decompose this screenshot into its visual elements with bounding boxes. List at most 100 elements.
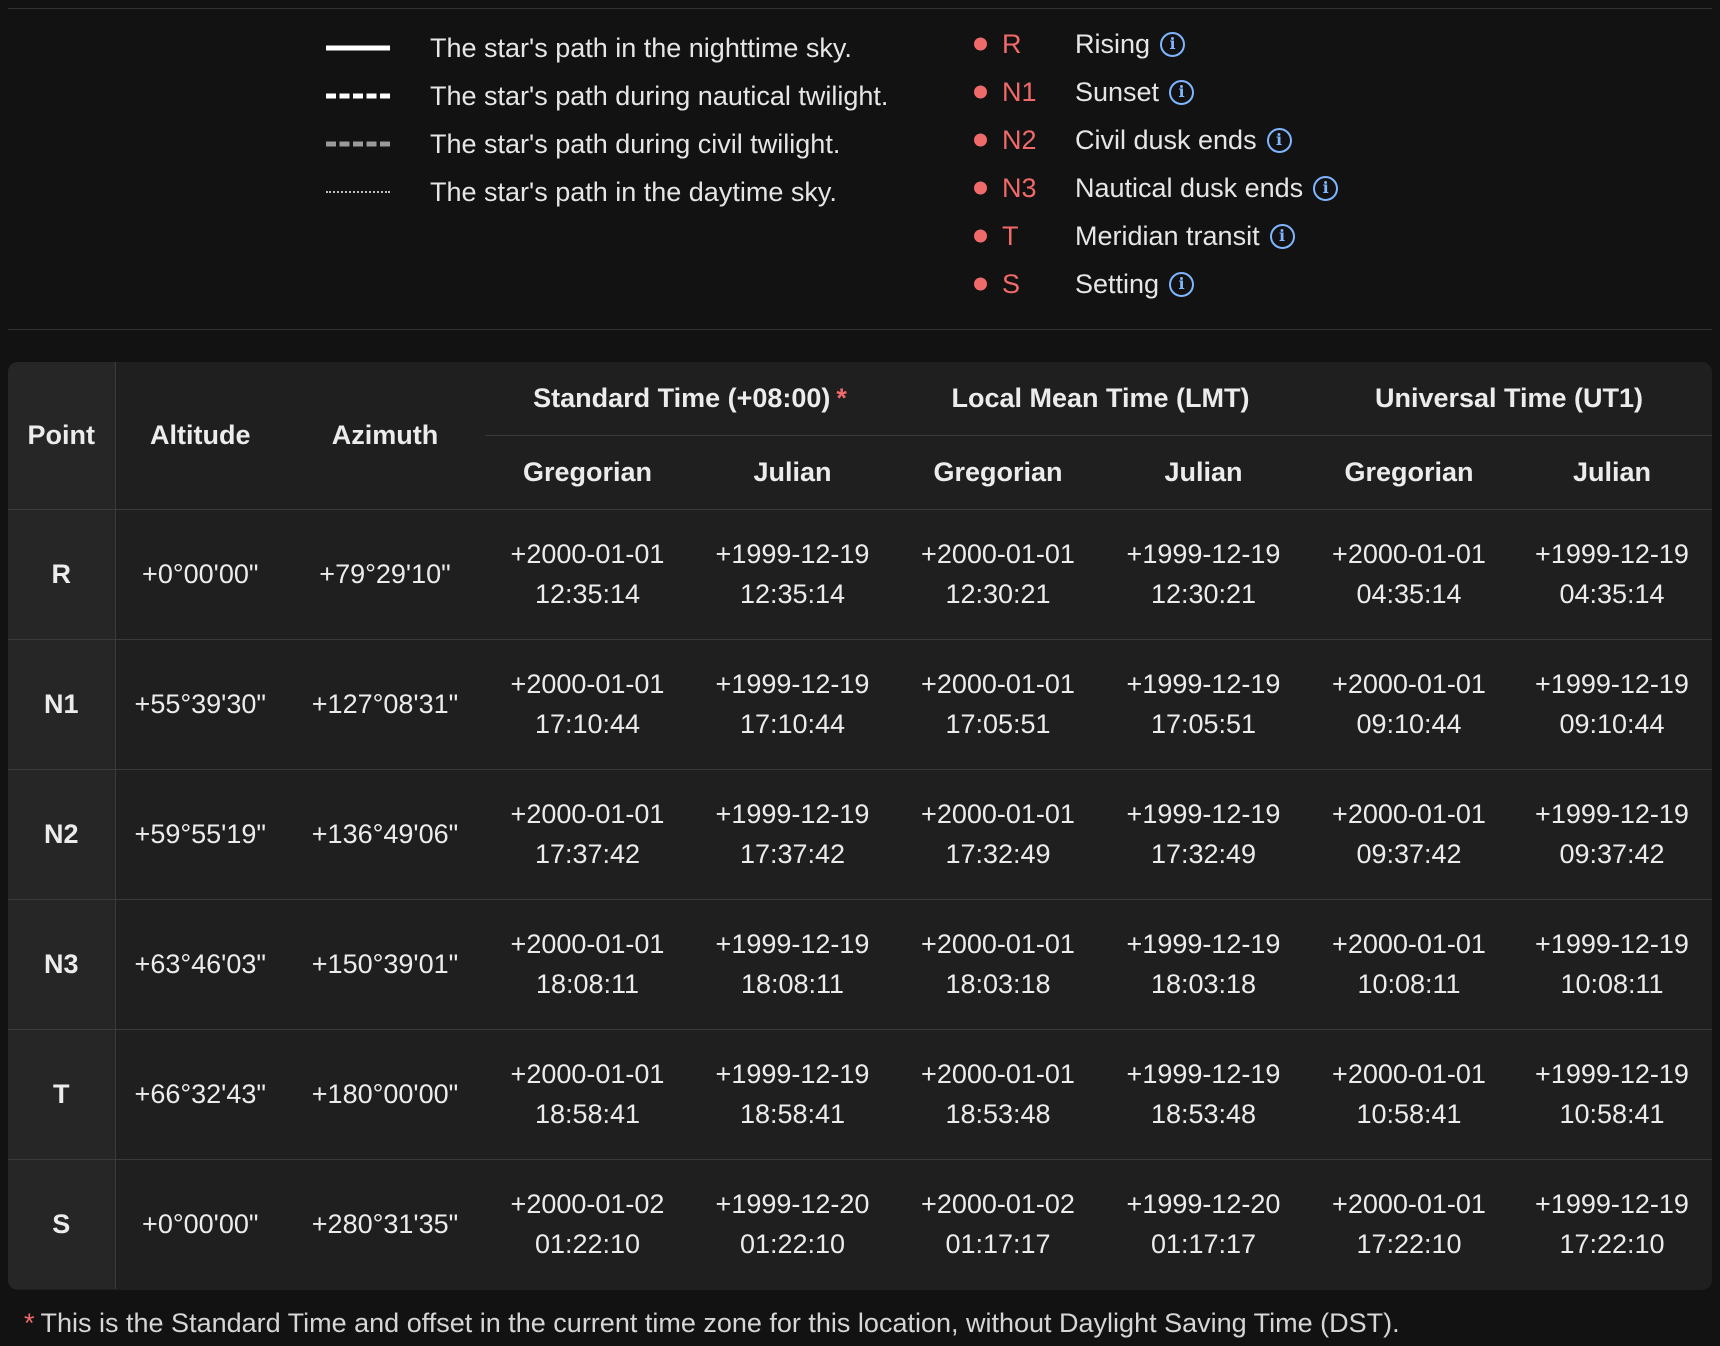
time-value: 01:22:10 bbox=[739, 1229, 846, 1260]
date-value: +2000-01-01 bbox=[1332, 669, 1486, 699]
date-value: +2000-01-01 bbox=[510, 1059, 665, 1089]
time-value: 10:08:11 bbox=[1560, 969, 1664, 999]
cell-altitude: +66°32'43" bbox=[115, 1028, 285, 1159]
time-value: 01:17:17 bbox=[1150, 1229, 1257, 1260]
time-value: 10:58:41 bbox=[1559, 1099, 1665, 1129]
cell-ut-gregorian: +2000-01-01 09:37:42 bbox=[1306, 768, 1512, 899]
cell-lmt-gregorian: +2000-01-02 01:17:17 bbox=[895, 1158, 1101, 1289]
ephemeris-table: Point Altitude Azimuth Standard Time (+0… bbox=[8, 362, 1712, 1289]
time-value: 18:53:48 bbox=[1150, 1099, 1257, 1129]
date-value: +2000-01-01 bbox=[510, 799, 665, 829]
header-point: Point bbox=[8, 362, 116, 510]
gray-dashed-line-icon bbox=[326, 141, 390, 147]
time-value: 17:05:51 bbox=[945, 709, 1051, 739]
time-value: 01:17:17 bbox=[945, 1229, 1051, 1260]
time-value: 18:03:18 bbox=[945, 969, 1051, 999]
date-value: +1999-12-19 bbox=[715, 1059, 870, 1089]
point-label: Setting bbox=[1075, 268, 1160, 299]
date-value: +1999-12-20 bbox=[715, 1189, 870, 1220]
date-value: +1999-12-19 bbox=[1126, 539, 1281, 569]
date-value: +1999-12-19 bbox=[1126, 799, 1281, 829]
point-code: S bbox=[1002, 268, 1021, 299]
legend-text: The star's path during civil twilight. bbox=[430, 128, 841, 159]
cell-ut-gregorian: +2000-01-01 09:10:44 bbox=[1306, 638, 1512, 769]
time-value: 10:08:11 bbox=[1357, 969, 1461, 999]
table-row: N3 +63°46'03" +150°39'01" +2000-01-01 18:08:… bbox=[8, 898, 1712, 1029]
cell-lmt-julian: +1999-12-19 12:30:21 bbox=[1101, 509, 1306, 639]
date-value: +2000-01-02 bbox=[921, 1189, 1075, 1220]
info-icon[interactable]: i bbox=[1169, 271, 1195, 297]
time-value: 17:22:10 bbox=[1356, 1229, 1462, 1260]
header-lmt: Local Mean Time (LMT) bbox=[895, 362, 1306, 436]
header-azimuth: Azimuth bbox=[285, 362, 485, 510]
point-dot-icon bbox=[974, 37, 987, 51]
table-row: S +0°00'00" +280°31'35" +2000-01-02 01:22:10… bbox=[8, 1158, 1712, 1289]
cell-azimuth: +136°49'06" bbox=[285, 768, 485, 899]
top-divider bbox=[8, 8, 1712, 9]
point-label-wrap: Setting i bbox=[1075, 268, 1195, 300]
time-value: 04:35:14 bbox=[1356, 579, 1462, 609]
date-value: +2000-01-02 bbox=[510, 1189, 665, 1220]
date-value: +1999-12-19 bbox=[1126, 1059, 1281, 1089]
time-value: 09:10:44 bbox=[1356, 709, 1462, 739]
info-icon[interactable]: i bbox=[1313, 175, 1339, 201]
time-value: 12:35:14 bbox=[534, 579, 641, 609]
cell-ut-gregorian: +2000-01-01 10:58:41 bbox=[1306, 1028, 1512, 1159]
cell-ut-julian: +1999-12-19 09:37:42 bbox=[1512, 768, 1712, 899]
date-value: +2000-01-01 bbox=[510, 929, 665, 959]
time-value: 18:08:11 bbox=[740, 969, 845, 999]
cell-altitude: +55°39'30" bbox=[115, 638, 285, 769]
legend-text: The star's path in the nighttime sky. bbox=[430, 32, 852, 63]
legend-text: The star's path in the daytime sky. bbox=[430, 176, 837, 207]
date-value: +2000-01-01 bbox=[921, 799, 1075, 829]
date-value: +1999-12-20 bbox=[1126, 1189, 1281, 1220]
cell-altitude: +0°00'00" bbox=[115, 1158, 285, 1289]
cell-ut-julian: +1999-12-19 17:22:10 bbox=[1512, 1158, 1712, 1289]
footnote: * This is the Standard Time and offset in… bbox=[24, 1308, 1400, 1339]
solid-line-icon bbox=[326, 45, 390, 51]
cell-point: N3 bbox=[8, 898, 116, 1029]
date-value: +2000-01-01 bbox=[921, 539, 1075, 569]
date-value: +1999-12-19 bbox=[1535, 669, 1689, 699]
header-row-groups: Point Altitude Azimuth Standard Time (+0… bbox=[8, 362, 1712, 510]
asterisk-mark: * bbox=[836, 382, 847, 413]
header-altitude: Altitude bbox=[115, 362, 285, 510]
cell-std-julian: +1999-12-19 17:10:44 bbox=[690, 638, 895, 769]
cell-lmt-julian: +1999-12-19 17:32:49 bbox=[1101, 768, 1306, 899]
point-dot-icon bbox=[974, 277, 987, 291]
date-value: +1999-12-19 bbox=[715, 799, 870, 829]
time-value: 17:10:44 bbox=[534, 709, 641, 739]
dashed-line-icon bbox=[326, 93, 390, 99]
cell-std-gregorian: +2000-01-02 01:22:10 bbox=[485, 1158, 690, 1289]
date-value: +2000-01-01 bbox=[1332, 799, 1486, 829]
point-label-wrap: Rising i bbox=[1075, 29, 1186, 60]
date-value: +1999-12-19 bbox=[1535, 799, 1689, 829]
cell-altitude: +0°00'00" bbox=[142, 559, 259, 589]
header-lmt-julian: Julian bbox=[1101, 435, 1306, 510]
cell-std-gregorian: +2000-01-01 18:58:41 bbox=[485, 1028, 690, 1159]
date-value: +1999-12-19 bbox=[1535, 1059, 1689, 1089]
cell-lmt-gregorian: +2000-01-01 18:53:48 bbox=[895, 1028, 1101, 1159]
time-value: 04:35:14 bbox=[1559, 579, 1665, 609]
point-code: N3 bbox=[1002, 172, 1037, 203]
info-icon[interactable]: i bbox=[1269, 223, 1295, 249]
footnote-text: This is the Standard Time and offset in … bbox=[40, 1308, 1400, 1338]
info-icon[interactable]: i bbox=[1160, 31, 1186, 57]
point-dot-icon bbox=[974, 85, 987, 99]
date-value: +1999-12-19 bbox=[1126, 669, 1281, 699]
date-value: +1999-12-19 bbox=[1126, 929, 1281, 959]
cell-point: N2 bbox=[8, 768, 116, 899]
date-value: +1999-12-19 bbox=[715, 929, 870, 959]
time-value: 17:32:49 bbox=[945, 839, 1051, 869]
cell-lmt-gregorian: +2000-01-01 12:30:21 bbox=[895, 509, 1101, 639]
cell-azimuth: +127°08'31" bbox=[285, 638, 485, 769]
info-icon[interactable]: i bbox=[1266, 127, 1292, 153]
info-icon[interactable]: i bbox=[1169, 79, 1195, 105]
time-value: 17:22:10 bbox=[1559, 1229, 1665, 1260]
header-ut-gregorian: Gregorian bbox=[1306, 435, 1512, 510]
time-value: 17:37:42 bbox=[739, 839, 846, 869]
time-value: 10:58:41 bbox=[1356, 1099, 1462, 1129]
date-value: +2000-01-01 bbox=[921, 1059, 1075, 1089]
date-value: +2000-01-01 bbox=[510, 539, 665, 569]
cell-lmt-julian: +1999-12-19 18:53:48 bbox=[1101, 1028, 1306, 1159]
